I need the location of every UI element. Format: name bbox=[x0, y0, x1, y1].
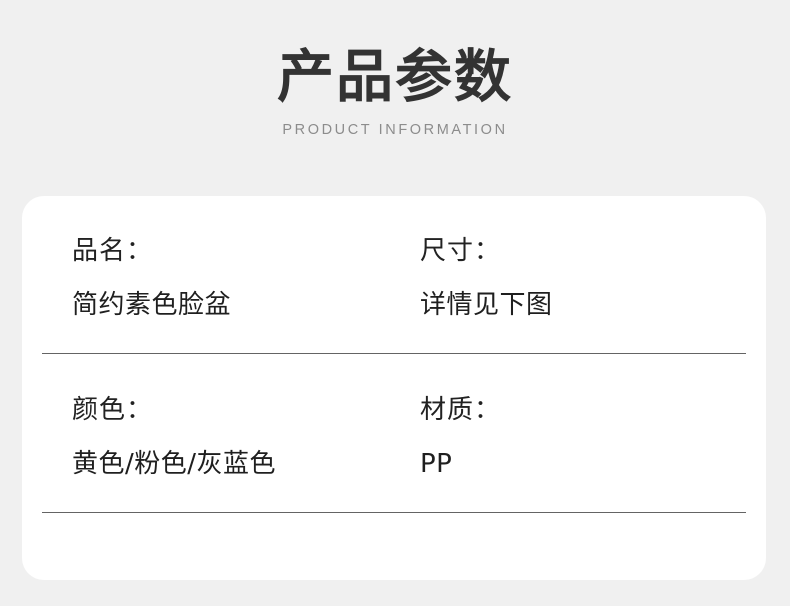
spec-cell-product-name: 品名： 简约素色脸盆 bbox=[42, 238, 394, 354]
spec-label-product-name: 品名： bbox=[72, 236, 154, 266]
spec-cell-material: 材质： PP bbox=[394, 397, 746, 513]
spec-label-material: 材质： bbox=[420, 395, 502, 425]
page-title: 产品参数 bbox=[277, 44, 513, 110]
spec-value-color: 黄色/粉色/灰蓝色 bbox=[72, 449, 277, 479]
page-subtitle: PRODUCT INFORMATION bbox=[282, 121, 508, 138]
spec-cell-size: 尺寸： 详情见下图 bbox=[394, 238, 746, 354]
spec-cell-color: 颜色： 黄色/粉色/灰蓝色 bbox=[42, 397, 394, 513]
row-divider bbox=[42, 512, 746, 513]
spec-value-size: 详情见下图 bbox=[420, 290, 553, 320]
product-information-card: 品名： 简约素色脸盆 尺寸： 详情见下图 颜色： 黄色/粉色/灰蓝色 材质： P… bbox=[22, 196, 766, 580]
spec-value-product-name: 简约素色脸盆 bbox=[72, 290, 232, 320]
spec-label-color: 颜色： bbox=[72, 395, 154, 425]
spec-value-material: PP bbox=[420, 449, 453, 479]
page-header: 产品参数 PRODUCT INFORMATION bbox=[0, 0, 790, 138]
spec-row: 颜色： 黄色/粉色/灰蓝色 材质： PP bbox=[42, 354, 746, 513]
spec-rows: 品名： 简约素色脸盆 尺寸： 详情见下图 颜色： 黄色/粉色/灰蓝色 材质： P… bbox=[22, 196, 766, 513]
spec-row: 品名： 简约素色脸盆 尺寸： 详情见下图 bbox=[42, 196, 746, 354]
spec-label-size: 尺寸： bbox=[420, 236, 502, 266]
